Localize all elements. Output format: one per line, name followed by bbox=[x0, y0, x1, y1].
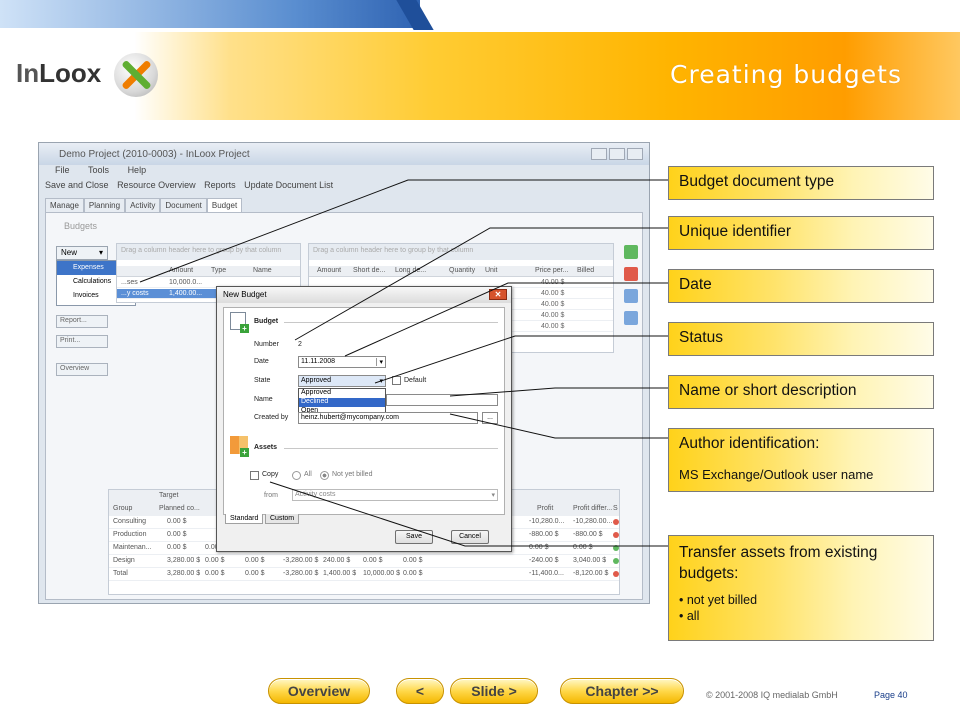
prev-slide-button[interactable]: < bbox=[396, 678, 444, 704]
callout-identifier: Unique identifier bbox=[668, 216, 934, 250]
overview-nav-button[interactable]: Overview bbox=[268, 678, 370, 704]
callout-document-type: Budget document type bbox=[668, 166, 934, 200]
callout-author: Author identification: MS Exchange/Outlo… bbox=[668, 428, 934, 492]
callout-date: Date bbox=[668, 269, 934, 303]
callout-status: Status bbox=[668, 322, 934, 356]
copyright: © 2001-2008 IQ medialab GmbH bbox=[706, 690, 838, 700]
next-slide-button[interactable]: Slide > bbox=[450, 678, 538, 704]
page-number: Page 40 bbox=[874, 690, 908, 700]
next-chapter-button[interactable]: Chapter >> bbox=[560, 678, 684, 704]
callout-transfer-assets: Transfer assets from existing budgets: •… bbox=[668, 535, 934, 641]
callout-name: Name or short description bbox=[668, 375, 934, 409]
